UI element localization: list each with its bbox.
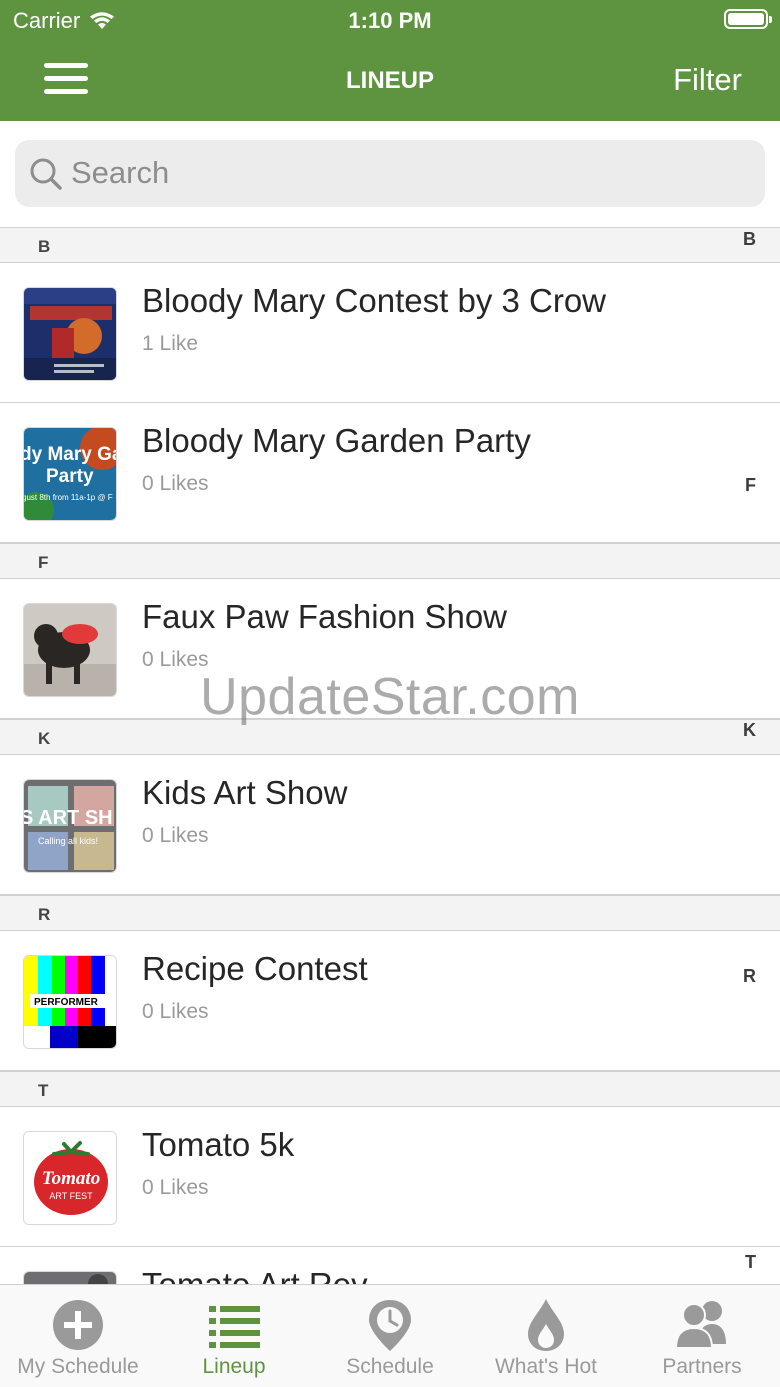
- section-header-k: K: [0, 719, 780, 755]
- tab-label: Schedule: [346, 1355, 434, 1378]
- search-field[interactable]: [15, 140, 765, 207]
- people-icon: [674, 1301, 726, 1349]
- tab-lineup[interactable]: Lineup: [156, 1285, 312, 1387]
- battery-icon: [724, 9, 772, 29]
- item-likes: 1 Like: [142, 332, 199, 355]
- section-letter: B: [38, 237, 51, 256]
- tab-label: Lineup: [202, 1355, 266, 1378]
- section-header-r: R: [0, 895, 780, 931]
- index-letter-f[interactable]: F: [745, 475, 756, 496]
- thumb-text-line3: gust 8th from 11a-1p @ F: [24, 493, 113, 502]
- tomato-logo-thumbnail: Tomato ART FEST: [23, 1131, 117, 1225]
- search-input[interactable]: [71, 150, 731, 196]
- thumb-text-line1: S ART SH: [24, 807, 113, 829]
- index-letter-k[interactable]: K: [743, 720, 756, 741]
- map-pin-clock-icon: [369, 1300, 411, 1351]
- index-letter-b[interactable]: B: [743, 229, 756, 250]
- section-letter: F: [38, 553, 49, 572]
- item-title: Faux Paw Fashion Show: [142, 598, 508, 635]
- item-title: Tomato Art Rev...: [142, 1266, 393, 1284]
- item-likes: 0 Likes: [142, 1176, 209, 1199]
- item-title: Bloody Mary Contest by 3 Crow: [142, 282, 607, 319]
- tab-my-schedule[interactable]: My Schedule: [0, 1285, 156, 1387]
- page-title: LINEUP: [345, 67, 434, 94]
- bloody-mary-contest-thumbnail: [23, 287, 117, 381]
- thumb-text-line2: ART FEST: [49, 1191, 93, 1201]
- kids-art-show-thumbnail: S ART SH Calling all kids!: [23, 779, 117, 873]
- item-title: Recipe Contest: [142, 950, 368, 987]
- section-header-t: T: [0, 1071, 780, 1107]
- list-item[interactable]: dy Mary Ga Party gust 8th from 11a-1p @ …: [0, 403, 780, 543]
- list-item[interactable]: PERFORMER Recipe Contest 0 Likes: [0, 931, 780, 1071]
- item-likes: 0 Likes: [142, 472, 209, 495]
- flame-drop-icon: [528, 1299, 564, 1351]
- search-bar: [0, 121, 780, 227]
- item-likes: 0 Likes: [142, 648, 209, 671]
- list-item[interactable]: Faux Paw Fashion Show 0 Likes: [0, 579, 780, 719]
- status-time: 1:10 PM: [348, 8, 432, 33]
- item-title: Tomato 5k: [142, 1126, 295, 1163]
- list-icon: [209, 1306, 260, 1348]
- thumb-text-line1: dy Mary Ga: [24, 444, 117, 465]
- section-letter: T: [38, 1081, 49, 1100]
- tab-label: Partners: [662, 1355, 742, 1378]
- thumb-text-line1: Tomato: [42, 1168, 100, 1189]
- tab-label: What's Hot: [494, 1355, 598, 1378]
- tab-bar: My Schedule Lineup Schedule What's Hot P…: [0, 1284, 780, 1387]
- thumb-text-line1: PERFORMER: [34, 997, 99, 1008]
- tab-whats-hot[interactable]: What's Hot: [468, 1285, 624, 1387]
- status-bar: Carrier 1:10 PM: [0, 0, 780, 40]
- plus-circle-icon: [53, 1300, 103, 1350]
- filter-button[interactable]: Filter: [673, 62, 742, 98]
- item-title: Bloody Mary Garden Party: [142, 422, 531, 459]
- thumb-text-line2: Calling all kids!: [38, 836, 98, 846]
- item-likes: 0 Likes: [142, 824, 209, 847]
- index-letter-r[interactable]: R: [743, 966, 756, 987]
- bloody-mary-garden-party-thumbnail: dy Mary Ga Party gust 8th from 11a-1p @ …: [23, 427, 117, 521]
- list-item[interactable]: Tomato Art Rev...: [0, 1247, 780, 1284]
- tab-label: My Schedule: [17, 1355, 139, 1378]
- header-bar: Carrier 1:10 PM LINEUP Filter: [0, 0, 780, 121]
- section-letter: R: [38, 905, 51, 924]
- index-letter-t[interactable]: T: [745, 1252, 756, 1273]
- recipe-contest-thumbnail: PERFORMER: [23, 955, 117, 1049]
- tab-partners[interactable]: Partners: [624, 1285, 780, 1387]
- section-letter: K: [38, 729, 51, 748]
- lineup-list[interactable]: B Bloody Mary Contest by 3 Crow 1 Like d…: [0, 227, 780, 1284]
- list-item[interactable]: Tomato ART FEST Tomato 5k 0 Likes: [0, 1107, 780, 1247]
- list-item[interactable]: S ART SH Calling all kids! Kids Art Show…: [0, 755, 780, 895]
- item-title: Kids Art Show: [142, 774, 348, 811]
- list-item[interactable]: Bloody Mary Contest by 3 Crow 1 Like: [0, 263, 780, 403]
- thumb-text-line2: Party: [46, 466, 94, 487]
- menu-icon[interactable]: [44, 63, 88, 95]
- partial-item-thumbnail: [23, 1271, 117, 1284]
- search-icon: [30, 158, 62, 190]
- section-header-b: B: [0, 227, 780, 263]
- item-likes: 0 Likes: [142, 1000, 209, 1023]
- section-header-f: F: [0, 543, 780, 579]
- faux-paw-thumbnail: [23, 603, 117, 697]
- tab-schedule[interactable]: Schedule: [312, 1285, 468, 1387]
